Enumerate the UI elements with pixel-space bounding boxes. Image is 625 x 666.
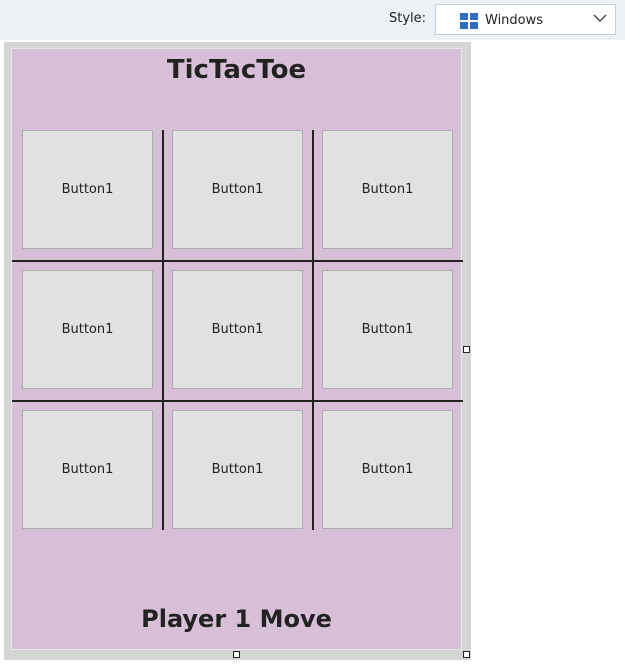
resize-handle-corner[interactable] [463, 651, 470, 658]
windows-icon [460, 13, 478, 29]
cell-button-2[interactable]: Button1 [172, 130, 303, 249]
cell-button-7[interactable]: Button1 [22, 410, 153, 529]
resize-handle-right[interactable] [463, 346, 470, 353]
chevron-down-icon [593, 14, 607, 22]
cell-button-5[interactable]: Button1 [172, 270, 303, 389]
cell-button-1[interactable]: Button1 [22, 130, 153, 249]
cell-button-9[interactable]: Button1 [322, 410, 453, 529]
style-dropdown[interactable]: Windows [435, 4, 616, 35]
cell-button-4[interactable]: Button1 [22, 270, 153, 389]
cell-button-3[interactable]: Button1 [322, 130, 453, 249]
style-label: Style: [389, 11, 427, 26]
grid-line-vertical [162, 130, 164, 530]
resize-handle-bottom[interactable] [233, 651, 240, 658]
cell-button-6[interactable]: Button1 [322, 270, 453, 389]
status-label: Player 1 Move [141, 605, 332, 633]
grid-line-vertical [312, 130, 314, 530]
tictactoe-form[interactable]: TicTacToe Button1 Button1 Button1 Button… [11, 48, 463, 650]
grid-line-horizontal [12, 400, 463, 402]
cell-button-8[interactable]: Button1 [172, 410, 303, 529]
form-title: TicTacToe [166, 55, 307, 85]
grid-line-horizontal [12, 260, 463, 262]
style-dropdown-value: Windows [485, 13, 544, 28]
designer-toolbar: Style: Windows [0, 0, 625, 40]
game-grid: Button1 Button1 Button1 Button1 Button1 … [12, 130, 463, 530]
